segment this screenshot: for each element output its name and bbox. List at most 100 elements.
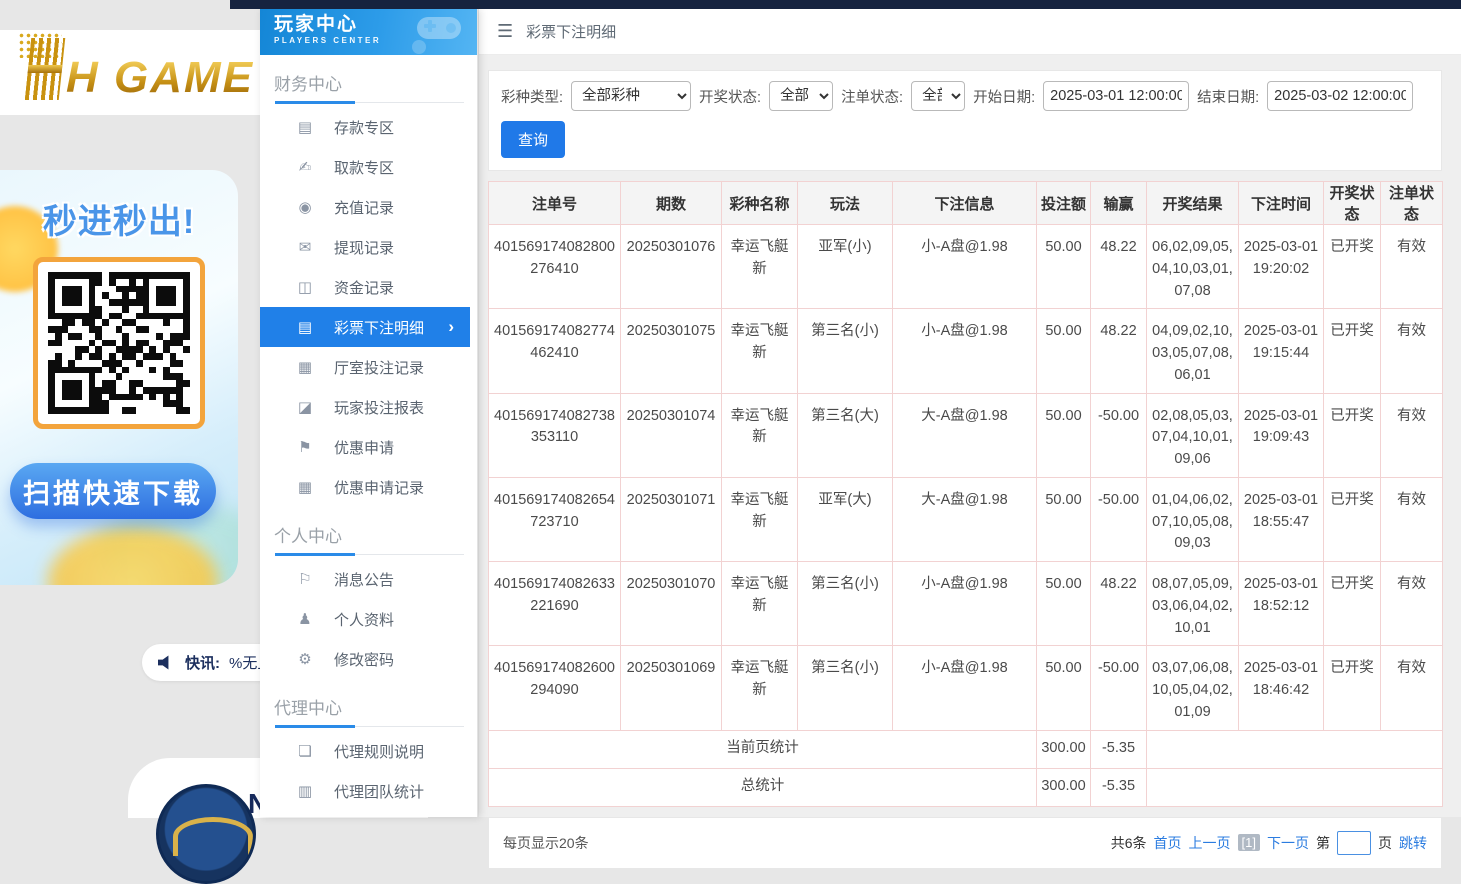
sidebar-item-document[interactable]: ❏代理规则说明 (260, 731, 477, 771)
sidebar-header: 玩家中心 PLAYERS CENTER (260, 9, 477, 55)
cell-win-loss: -50.00 (1091, 393, 1147, 477)
table-row: 40156917408273835311020250301074幸运飞艇新第三名… (489, 393, 1443, 477)
withdraw-hand-icon: ✍ (296, 158, 314, 176)
filter-row: 彩种类型: 全部彩种 开奖状态: 全部 注单状态: 全部 开始日期: 结束日期: (501, 81, 1429, 111)
jump-button[interactable]: 跳转 (1399, 833, 1427, 853)
cell-bet-info: 大-A盘@1.98 (893, 477, 1037, 561)
sidebar: 玩家中心 PLAYERS CENTER 财务中心▤存款专区✍取款专区◉充值记录✉… (260, 9, 478, 817)
sidebar-item-person[interactable]: ♟个人资料 (260, 599, 477, 639)
search-button[interactable]: 查询 (501, 121, 565, 158)
table-row: 40156917408280027641020250301076幸运飞艇新亚军(… (489, 225, 1443, 309)
cell-order-status: 有效 (1381, 225, 1443, 309)
content-topbar: ☰ 彩票下注明细 (479, 9, 1461, 55)
sidebar-item-recharge-record[interactable]: ◉充值记录 (260, 187, 477, 227)
sidebar-item-hall-bet-record[interactable]: ▦厅室投注记录 (260, 347, 477, 387)
table-row: 40156917408277446241020250301075幸运飞艇新第三名… (489, 309, 1443, 393)
cell-bet-time: 2025-03-01 18:46:42 (1239, 646, 1324, 730)
document-icon: ❏ (296, 742, 314, 760)
sidebar-item-bell[interactable]: ⚐消息公告 (260, 559, 477, 599)
sidebar-item-withdraw-hand[interactable]: ✍取款专区 (260, 147, 477, 187)
col-order-id: 注单号 (489, 182, 621, 225)
cell-order-status: 有效 (1381, 309, 1443, 393)
cell-lottery-name: 幸运飞艇新 (722, 562, 798, 646)
col-draw-status: 开奖状态 (1324, 182, 1381, 225)
withdrawal-record-icon: ✉ (296, 238, 314, 256)
sidebar-item-label: 资金记录 (334, 277, 394, 298)
cell-bet-amount: 50.00 (1037, 477, 1091, 561)
col-win-loss: 输赢 (1091, 182, 1147, 225)
col-bet-amount: 投注额 (1037, 182, 1091, 225)
sidebar-item-lottery-bet-detail[interactable]: ▤彩票下注明细› (260, 307, 470, 347)
recharge-record-icon: ◉ (296, 198, 314, 216)
filter-panel: 彩种类型: 全部彩种 开奖状态: 全部 注单状态: 全部 开始日期: 结束日期: (488, 70, 1442, 171)
summary-label: 总统计 (489, 768, 1037, 806)
site-header-band: H GAME (0, 30, 260, 115)
current-page-indicator[interactable]: [1] (1238, 834, 1260, 851)
top-navy-bar (230, 0, 1461, 9)
cell-bet-time: 2025-03-01 18:55:47 (1239, 477, 1324, 561)
cell-draw-result: 06,02,09,05,04,10,03,01,07,08 (1147, 225, 1239, 309)
sidebar-item-deposit-card[interactable]: ▤ 存款专区 (260, 107, 477, 147)
summary-win-loss: -5.35 (1091, 730, 1147, 768)
cell-win-loss: -50.00 (1091, 477, 1147, 561)
summary-bet-total: 300.00 (1037, 768, 1091, 806)
draw-status-select[interactable]: 全部 (769, 81, 833, 111)
cell-draw-result: 04,09,02,10,03,05,07,08,06,01 (1147, 309, 1239, 393)
sidebar-item-team-stats[interactable]: ▥代理团队统计 (260, 771, 477, 811)
page-size-text: 每页显示20条 (503, 833, 589, 853)
order-status-select[interactable]: 全部 (911, 81, 965, 111)
col-order-status: 注单状态 (1381, 182, 1443, 225)
section-underline (275, 102, 464, 103)
hall-bet-record-icon: ▦ (296, 358, 314, 376)
sidebar-item-label: 彩票下注明细 (334, 317, 424, 338)
cell-order-id: 401569174082600294090 (489, 646, 621, 730)
cell-order-status: 有效 (1381, 393, 1443, 477)
deposit-card-icon: ▤ (296, 118, 314, 136)
hh-game-logo: H GAME (28, 38, 254, 100)
sidebar-item-promo-apply-record[interactable]: ▦优惠申请记录 (260, 467, 477, 507)
summary-win-loss: -5.35 (1091, 768, 1147, 806)
sidebar-item-promo-apply[interactable]: ⚑优惠申请 (260, 427, 477, 467)
logo-h-bars (25, 38, 66, 100)
col-play-type: 玩法 (798, 182, 893, 225)
sidebar-item-gear[interactable]: ⚙修改密码 (260, 639, 477, 679)
order-status-label: 注单状态: (841, 86, 903, 107)
cell-issue: 20250301071 (621, 477, 722, 561)
lottery-type-select[interactable]: 全部彩种 (571, 81, 691, 111)
table-row: 40156917408260029409020250301069幸运飞艇新第三名… (489, 646, 1443, 730)
sidebar-item-withdrawal-record[interactable]: ✉提现记录 (260, 227, 477, 267)
cell-lottery-name: 幸运飞艇新 (722, 225, 798, 309)
cell-draw-status: 已开奖 (1324, 477, 1381, 561)
cell-bet-info: 大-A盘@1.98 (893, 393, 1037, 477)
col-issue: 期数 (621, 182, 722, 225)
summary-row: 总统计300.00-5.35 (489, 768, 1443, 806)
start-date-input[interactable] (1043, 81, 1189, 111)
cell-bet-info: 小-A盘@1.98 (893, 646, 1037, 730)
gamepad-icon (389, 11, 473, 55)
scan-download-button[interactable]: 扫描快速下载 (10, 463, 216, 519)
page-jump-input[interactable] (1337, 831, 1371, 855)
prev-page-link[interactable]: 上一页 (1189, 833, 1231, 853)
next-page-link[interactable]: 下一页 (1267, 833, 1309, 853)
menu-toggle-icon[interactable]: ☰ (497, 21, 513, 42)
sidebar-item-label: 存款专区 (334, 117, 394, 138)
cell-play-type: 亚军(大) (798, 477, 893, 561)
cell-bet-amount: 50.00 (1037, 562, 1091, 646)
first-page-link[interactable]: 首页 (1154, 833, 1182, 853)
cell-draw-status: 已开奖 (1324, 309, 1381, 393)
sidebar-item-label: 消息公告 (334, 569, 394, 590)
sidebar-item-label: 修改密码 (334, 649, 394, 670)
cell-lottery-name: 幸运飞艇新 (722, 646, 798, 730)
sidebar-item-player-bet-report[interactable]: ◪玩家投注报表 (260, 387, 477, 427)
cell-bet-info: 小-A盘@1.98 (893, 225, 1037, 309)
page-title: 彩票下注明细 (526, 21, 616, 42)
cell-draw-status: 已开奖 (1324, 393, 1381, 477)
jump-label-prefix: 第 (1316, 833, 1330, 853)
cell-issue: 20250301075 (621, 309, 722, 393)
end-date-input[interactable] (1267, 81, 1413, 111)
person-icon: ♟ (296, 610, 314, 628)
qr-code (33, 257, 205, 429)
cell-order-status: 有效 (1381, 562, 1443, 646)
table-row: 40156917408263322169020250301070幸运飞艇新第三名… (489, 562, 1443, 646)
sidebar-item-funds-record[interactable]: ◫资金记录 (260, 267, 477, 307)
